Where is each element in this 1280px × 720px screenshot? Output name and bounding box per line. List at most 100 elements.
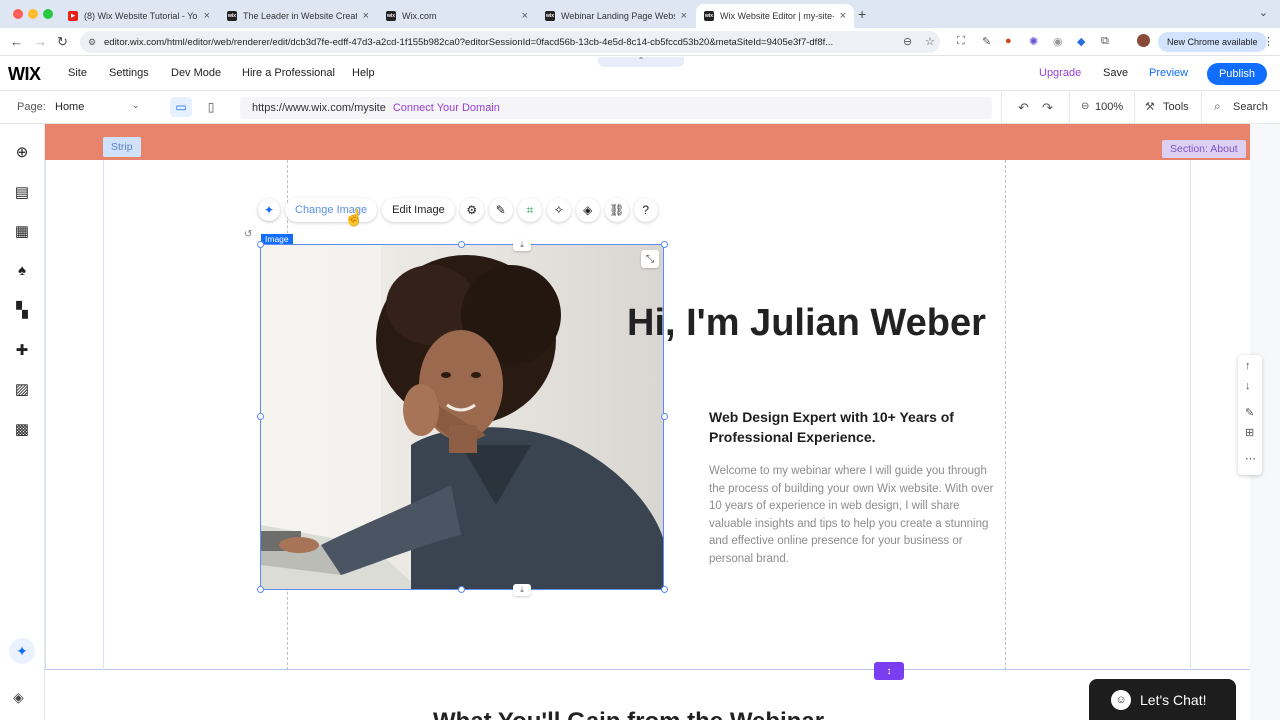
connect-domain-link[interactable]: Connect Your Domain [393, 102, 500, 114]
browser-tab[interactable]: ▶ (8) Wix Website Tutorial - Yo × [60, 4, 218, 28]
resize-handle[interactable] [458, 241, 465, 248]
edit-image-button[interactable]: Edit Image [382, 198, 455, 222]
rotate-icon[interactable]: ↺ [244, 229, 252, 240]
add-apps-icon[interactable]: ▚ [12, 300, 32, 320]
add-section-icon[interactable]: ▤ [12, 182, 32, 202]
back-arrow-icon[interactable]: ← [10, 34, 23, 49]
site-info-icon[interactable]: ⚙ [88, 37, 96, 48]
resize-handle[interactable] [257, 241, 264, 248]
profile-photo[interactable] [260, 244, 664, 590]
zoom-level[interactable]: 100% [1095, 101, 1123, 113]
profile-avatar[interactable] [1137, 34, 1150, 47]
page-selector[interactable]: Home [55, 101, 84, 113]
zoom-icon[interactable]: ⊖ [903, 35, 912, 48]
close-tab-icon[interactable]: × [681, 10, 687, 22]
browser-tab-active[interactable]: wix Wix Website Editor | my-site- × [696, 4, 854, 28]
pages-menu-icon[interactable]: ▦ [12, 221, 32, 241]
tools-icon[interactable]: ⚒ [1145, 100, 1155, 113]
menu-settings[interactable]: Settings [109, 67, 149, 79]
crop-icon[interactable]: ⌗ [517, 198, 542, 222]
design-brush-icon[interactable]: ✎ [488, 198, 513, 222]
extension-icon[interactable]: ◆ [1077, 35, 1085, 48]
save-button[interactable]: Save [1103, 67, 1128, 79]
minimize-window-icon[interactable] [28, 9, 38, 19]
bookmark-star-icon[interactable]: ☆ [925, 35, 935, 48]
move-down-icon[interactable]: ↓ [1245, 380, 1251, 392]
maximize-window-icon[interactable] [43, 9, 53, 19]
link-icon[interactable]: ⛓ [604, 198, 629, 222]
close-tab-icon[interactable]: × [204, 10, 210, 22]
help-question-icon[interactable]: ? [633, 198, 658, 222]
resize-handle[interactable] [458, 586, 465, 593]
filters-wand-icon[interactable]: ✧ [546, 198, 571, 222]
new-chrome-available-button[interactable]: New Chrome available [1158, 32, 1267, 52]
extensions-puzzle-icon[interactable]: ⧉ [1101, 35, 1109, 48]
screenshot-icon[interactable]: ⛶ [957, 35, 965, 48]
edit-pencil-icon[interactable]: ✎ [1245, 406, 1254, 419]
mobile-view-icon[interactable]: ▯ [200, 97, 222, 117]
browser-tab[interactable]: wix Wix.com × [378, 4, 536, 28]
chevron-down-icon[interactable]: ⌄ [132, 100, 140, 111]
new-tab-icon[interactable]: + [858, 6, 866, 22]
pen-extension-icon[interactable]: ✎ [982, 35, 991, 48]
resize-handle[interactable] [257, 413, 264, 420]
resize-handle[interactable] [661, 586, 668, 593]
add-elements-icon[interactable]: ⊕ [12, 142, 32, 162]
media-icon[interactable]: ▨ [12, 379, 32, 399]
extension-icon[interactable]: ◉ [1053, 35, 1063, 48]
browser-tab[interactable]: wix The Leader in Website Creati × [219, 4, 377, 28]
tab-search-chevron-icon[interactable]: ⌄ [1259, 6, 1268, 19]
close-window-icon[interactable] [13, 9, 23, 19]
browser-tab[interactable]: wix Webinar Landing Page Websi × [537, 4, 695, 28]
layers-icon[interactable]: ◈ [13, 689, 24, 706]
close-tab-icon[interactable]: × [522, 10, 528, 22]
url-field[interactable]: editor.wix.com/html/editor/web/renderer/… [80, 31, 940, 53]
upgrade-button[interactable]: Upgrade [1039, 67, 1081, 79]
cms-table-icon[interactable]: ▩ [12, 419, 32, 439]
desktop-view-icon[interactable]: ▭ [170, 97, 192, 117]
resize-handle[interactable] [661, 413, 668, 420]
more-options-icon[interactable]: ⋯ [1245, 452, 1256, 465]
tools-button[interactable]: Tools [1163, 101, 1189, 113]
forward-arrow-icon[interactable]: → [34, 34, 47, 49]
menu-dev-mode[interactable]: Dev Mode [171, 67, 221, 79]
image-crop-corner-icon[interactable]: ⤡ [641, 250, 659, 268]
zoom-out-icon[interactable]: ⊖ [1081, 101, 1089, 112]
preview-button[interactable]: Preview [1149, 67, 1188, 79]
move-up-icon[interactable]: ↑ [1245, 360, 1251, 372]
menu-site[interactable]: Site [68, 67, 87, 79]
animation-icon[interactable]: ◈ [575, 198, 600, 222]
settings-gear-icon[interactable]: ⚙ [459, 198, 484, 222]
undo-icon[interactable]: ↶ [1018, 100, 1029, 116]
close-tab-icon[interactable]: × [363, 10, 369, 22]
close-tab-icon[interactable]: × [840, 10, 846, 22]
resize-handle[interactable] [661, 241, 668, 248]
menu-hire-a-professional[interactable]: Hire a Professional [242, 67, 335, 79]
wix-logo[interactable]: WIX [8, 64, 41, 85]
hero-title[interactable]: Hi, I'm Julian Weber [627, 300, 987, 346]
strip-band[interactable] [45, 124, 1250, 160]
intro-paragraph[interactable]: Welcome to my webinar where I will guide… [709, 463, 999, 569]
business-tools-icon[interactable]: ✚ [12, 340, 32, 360]
collapse-chevron-up-icon[interactable]: ⌃ [598, 57, 684, 67]
site-design-icon[interactable]: ♠ [12, 260, 32, 280]
section-layout-icon[interactable]: ⊞ [1245, 426, 1254, 439]
extension-icon[interactable]: ✺ [1029, 35, 1038, 48]
strip-label[interactable]: Strip [103, 137, 141, 157]
search-button[interactable]: Search [1233, 101, 1268, 113]
chat-widget-button[interactable]: ☺ Let's Chat! [1089, 679, 1236, 720]
subheading[interactable]: Web Design Expert with 10+ Years of Prof… [709, 407, 1009, 447]
menu-help[interactable]: Help [352, 67, 375, 79]
stretch-down-icon[interactable]: ⤓ [513, 239, 531, 251]
search-icon[interactable]: ⌕ [1214, 99, 1221, 114]
ai-sparkle-icon[interactable]: ✦ [258, 199, 280, 221]
redo-icon[interactable]: ↷ [1042, 100, 1053, 116]
section-label[interactable]: Section: About [1162, 140, 1246, 158]
ai-assistant-icon[interactable]: ✦ [9, 638, 35, 664]
browser-menu-icon[interactable]: ⋮ [1263, 35, 1274, 48]
publish-button[interactable]: Publish [1207, 63, 1267, 85]
extension-icon[interactable]: ● [1005, 35, 1012, 47]
resize-handle[interactable] [257, 586, 264, 593]
section-anchor-icon[interactable]: ↕ [874, 662, 904, 680]
reload-icon[interactable]: ↻ [57, 34, 68, 50]
